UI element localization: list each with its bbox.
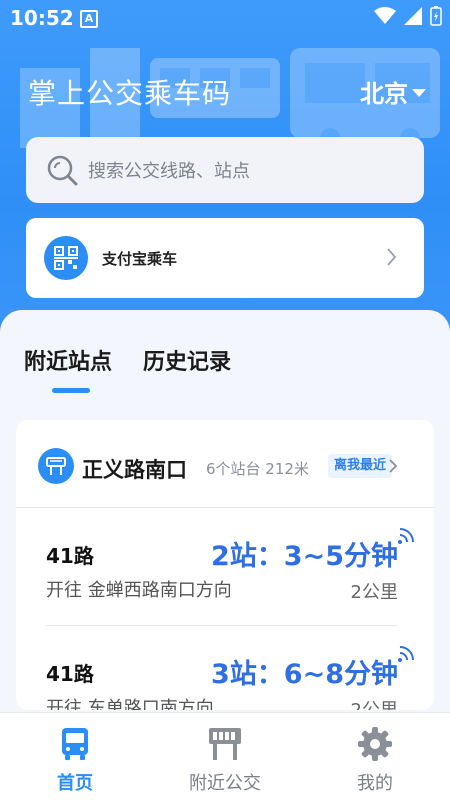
tab-history[interactable]: 历史记录 xyxy=(143,344,231,376)
nav-home[interactable]: 首页 xyxy=(0,713,150,800)
notification-badge: A xyxy=(80,10,98,28)
nav-mine-label: 我的 xyxy=(357,773,393,794)
station-meta: 6个站台 212米 xyxy=(206,460,309,478)
nav-nearby-bus[interactable]: 附近公交 xyxy=(150,713,300,800)
nav-nearby-bus-label: 附近公交 xyxy=(189,773,261,794)
bus-icon xyxy=(62,728,88,760)
search-placeholder: 搜索公交线路、站点 xyxy=(88,161,250,182)
bottom-navigation: 首页 附近公交 我的 xyxy=(0,712,450,800)
realtime-signal-icon xyxy=(398,528,414,544)
system-icons xyxy=(374,6,442,26)
route-direction: 开往 金蝉西路南口方向 xyxy=(46,580,232,601)
route-row[interactable]: 41路 开往 东单路口南方向 3站：6~8分钟 2公里 xyxy=(16,626,434,710)
nav-home-label: 首页 xyxy=(57,773,93,794)
gear-icon xyxy=(358,727,392,761)
route-eta: 2站：3~5分钟 xyxy=(211,541,398,572)
chevron-right-icon xyxy=(389,459,398,473)
qr-code-icon xyxy=(44,236,88,280)
route-distance: 2公里 xyxy=(350,582,398,603)
station-name: 正义路南口 xyxy=(82,458,187,482)
tab-nearby-stations[interactable]: 附近站点 xyxy=(24,344,112,376)
route-direction: 开往 东单路口南方向 xyxy=(46,698,214,710)
search-icon xyxy=(47,155,78,186)
route-name: 41路 xyxy=(46,544,94,568)
route-row[interactable]: 41路 开往 金蝉西路南口方向 2站：3~5分钟 2公里 xyxy=(16,508,434,626)
route-name: 41路 xyxy=(46,662,94,686)
status-bar: 10:52 A xyxy=(0,0,450,36)
alipay-ride-card[interactable]: 支付宝乘车 xyxy=(26,218,424,298)
signal-icon xyxy=(404,7,422,25)
station-header[interactable]: 正义路南口 6个站台 212米 离我最近 xyxy=(16,420,434,508)
nav-mine[interactable]: 我的 xyxy=(300,713,450,800)
route-eta: 3站：6~8分钟 xyxy=(211,659,398,690)
wifi-icon xyxy=(374,7,396,24)
status-time: 10:52 xyxy=(10,6,74,30)
chevron-right-icon xyxy=(387,248,397,266)
active-tab-indicator xyxy=(52,388,90,393)
caret-down-icon xyxy=(412,88,426,97)
city-selector[interactable]: 北京 xyxy=(360,74,426,109)
nearest-badge: 离我最近 xyxy=(328,454,393,478)
alipay-label: 支付宝乘车 xyxy=(102,249,178,268)
city-label: 北京 xyxy=(360,80,408,108)
bus-stop-icon xyxy=(209,728,241,760)
route-distance: 2公里 xyxy=(351,696,398,710)
station-card: 正义路南口 6个站台 212米 离我最近 41路 开往 金蝉西路南口方向 2站：… xyxy=(16,420,434,710)
bus-stop-icon xyxy=(38,448,74,484)
battery-icon xyxy=(430,6,442,26)
realtime-signal-icon xyxy=(398,646,414,662)
app-title: 掌上公交乘车码 xyxy=(28,77,232,110)
search-bar[interactable]: 搜索公交线路、站点 xyxy=(26,137,424,203)
